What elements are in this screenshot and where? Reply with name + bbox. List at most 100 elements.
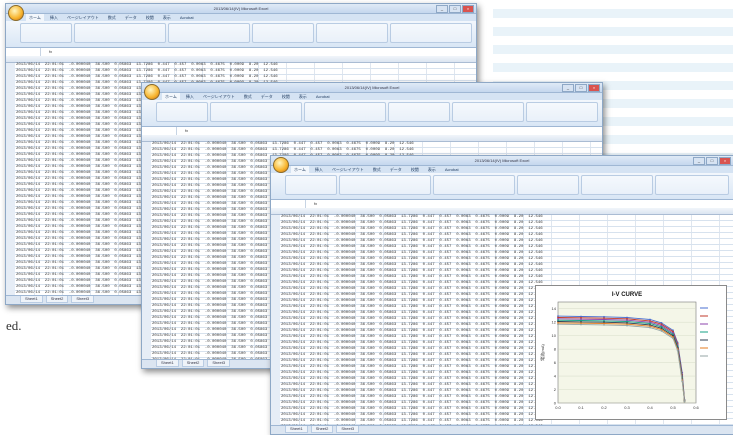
sheet-tab-2[interactable]: Sheet2	[181, 360, 205, 367]
number-group[interactable]	[252, 23, 314, 43]
y-tick-label: 10	[552, 333, 557, 338]
tab-acrobat[interactable]: Acrobat	[442, 166, 462, 173]
tab-acrobat[interactable]: Acrobat	[313, 93, 333, 100]
window-controls[interactable]: _ □ ×	[693, 157, 731, 165]
number-group[interactable]	[517, 175, 579, 195]
ribbon	[271, 173, 733, 200]
minimize-icon[interactable]: _	[693, 157, 705, 165]
data-point	[681, 380, 684, 383]
sheet-tab-3[interactable]: Sheet3	[207, 360, 231, 367]
x-tick-label: 0.4	[647, 405, 653, 410]
tab-insert[interactable]: 挿入	[312, 166, 326, 173]
ribbon-tabs: ホーム 挿入 ページレイアウト 数式 データ 校閲 表示 Acrobat	[142, 93, 602, 100]
sheet-tab-3[interactable]: Sheet3	[71, 296, 95, 303]
tab-review[interactable]: 校閲	[143, 14, 157, 21]
y-tick-label: 8	[554, 347, 557, 352]
tab-page-layout[interactable]: ページレイアウト	[200, 93, 238, 100]
tab-review[interactable]: 校閲	[408, 166, 422, 173]
alignment-group[interactable]	[168, 23, 250, 43]
editing-group[interactable]	[526, 102, 598, 122]
font-group[interactable]	[74, 23, 166, 43]
tab-view[interactable]: 表示	[296, 93, 310, 100]
tab-view[interactable]: 表示	[160, 14, 174, 21]
editing-group[interactable]	[655, 175, 729, 195]
tab-home[interactable]: ホーム	[291, 166, 309, 173]
data-point	[603, 323, 605, 326]
close-icon[interactable]: ×	[462, 5, 474, 13]
alignment-group[interactable]	[304, 102, 386, 122]
sheet-tab-3[interactable]: Sheet3	[336, 426, 360, 433]
tab-view[interactable]: 表示	[425, 166, 439, 173]
tab-insert[interactable]: 挿入	[183, 93, 197, 100]
tab-acrobat[interactable]: Acrobat	[177, 14, 197, 21]
font-group[interactable]	[210, 102, 302, 122]
tab-formulas[interactable]: 数式	[241, 93, 255, 100]
tab-review[interactable]: 校閲	[279, 93, 293, 100]
editing-group[interactable]	[390, 23, 472, 43]
cut-off-text: ed.	[6, 318, 22, 333]
window-controls[interactable]: _ □ ×	[436, 5, 474, 13]
window-title: 2013/06/14(IV) Microsoft Excel	[142, 83, 602, 93]
data-point	[626, 324, 628, 327]
styles-group[interactable]	[452, 102, 524, 122]
x-tick-label: 0.1	[578, 405, 584, 410]
name-box[interactable]	[275, 200, 306, 208]
office-button-icon[interactable]	[273, 157, 289, 173]
name-box[interactable]	[146, 127, 177, 135]
tab-data[interactable]: データ	[387, 166, 405, 173]
fx-icon: fx	[49, 49, 53, 54]
name-box[interactable]	[10, 48, 41, 56]
excel-window-front[interactable]: 2013/06/14(IV) Microsoft Excel _ □ × ホーム 挿…	[270, 155, 733, 435]
styles-group[interactable]	[581, 175, 653, 195]
maximize-icon[interactable]: □	[449, 5, 461, 13]
ribbon-tabs: ホーム 挿入 ページレイアウト 数式 データ 校閲 表示 Acrobat	[6, 14, 476, 21]
window-title: 2013/06/14(IV) Microsoft Excel	[6, 4, 476, 14]
y-tick-label: 12	[552, 320, 557, 325]
x-tick-label: 0.5	[670, 405, 676, 410]
tab-data[interactable]: データ	[122, 14, 140, 21]
ribbon	[6, 21, 476, 48]
alignment-group[interactable]	[433, 175, 515, 195]
number-group[interactable]	[388, 102, 450, 122]
maximize-icon[interactable]: □	[706, 157, 718, 165]
tab-insert[interactable]: 挿入	[47, 14, 61, 21]
window-controls[interactable]: _ □ ×	[562, 84, 600, 92]
minimize-icon[interactable]: _	[436, 5, 448, 13]
y-tick-label: 2	[554, 387, 557, 392]
font-group[interactable]	[339, 175, 431, 195]
sheet-tab-2[interactable]: Sheet2	[45, 296, 69, 303]
tab-home[interactable]: ホーム	[26, 14, 44, 21]
y-tick-label: 6	[554, 360, 557, 365]
x-tick-label: 0.0	[555, 405, 561, 410]
sheet-tab-1[interactable]: Sheet1	[20, 296, 43, 303]
data-point	[683, 400, 686, 403]
close-icon[interactable]: ×	[719, 157, 731, 165]
clipboard-group[interactable]	[156, 102, 208, 122]
x-tick-label: 0.3	[624, 405, 630, 410]
tab-home[interactable]: ホーム	[162, 93, 180, 100]
chart-svg: 024681012140.0 0.1 0.2 0.3 0.4 0.5 0.6I-V CURV…	[539, 292, 708, 410]
styles-group[interactable]	[316, 23, 388, 43]
clipboard-group[interactable]	[20, 23, 72, 43]
minimize-icon[interactable]: _	[562, 84, 574, 92]
maximize-icon[interactable]: □	[575, 84, 587, 92]
tab-page-layout[interactable]: ページレイアウト	[64, 14, 102, 21]
office-button-icon[interactable]	[144, 84, 160, 100]
sheet-tabs: Sheet1 Sheet2 Sheet3	[271, 425, 733, 434]
tab-data[interactable]: データ	[258, 93, 276, 100]
y-axis-label: 電流(mA)	[539, 344, 545, 361]
iv-curve-chart[interactable]: 0 2 4 6 8 10 12 14 0.0 0.1 0.2 0.3 0.4 0.5 0.6 I-V CURV…	[535, 285, 727, 420]
office-button-icon[interactable]	[8, 5, 24, 21]
tab-page-layout[interactable]: ページレイアウト	[329, 166, 367, 173]
sheet-tab-2[interactable]: Sheet2	[310, 426, 334, 433]
tab-formulas[interactable]: 数式	[105, 14, 119, 21]
sheet-tab-1[interactable]: Sheet1	[156, 360, 179, 367]
data-point	[660, 330, 663, 332]
close-icon[interactable]: ×	[588, 84, 600, 92]
clipboard-group[interactable]	[285, 175, 337, 195]
data-point	[672, 337, 674, 340]
data-point	[676, 349, 679, 352]
data-point	[649, 326, 651, 329]
sheet-tab-1[interactable]: Sheet1	[285, 426, 308, 433]
tab-formulas[interactable]: 数式	[370, 166, 384, 173]
